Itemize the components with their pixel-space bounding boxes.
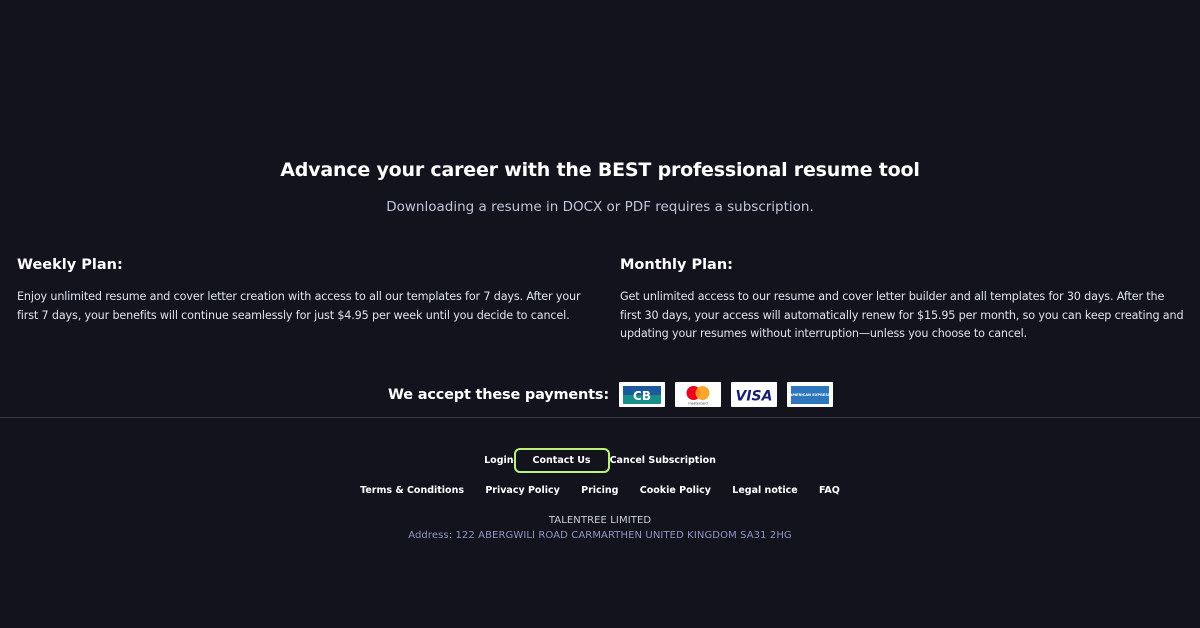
page: Advance your career with the BEST profes… xyxy=(0,0,1200,628)
payments-label: We accept these payments: xyxy=(388,386,609,403)
cb-card-icon: CB xyxy=(618,382,665,407)
weekly-plan-title: Weekly Plan: xyxy=(17,257,123,273)
monthly-plan-description: Get unlimited access to our resume and c… xyxy=(620,290,1184,340)
cookie-policy-link[interactable]: Cookie Policy xyxy=(640,485,711,496)
contact-us-label: Contact Us xyxy=(532,455,591,466)
privacy-policy-link[interactable]: Privacy Policy xyxy=(485,485,559,496)
monthly-plan: Monthly Plan: Get unlimited access to ou… xyxy=(620,257,1186,344)
visa-icon: VISA xyxy=(730,382,777,407)
faq-link[interactable]: FAQ xyxy=(819,485,840,496)
terms-link[interactable]: Terms & Conditions xyxy=(360,485,464,496)
page-title: Advance your career with the BEST profes… xyxy=(280,159,920,181)
company-name: TALENTREE LIMITED xyxy=(548,515,652,526)
legal-notice-link[interactable]: Legal notice xyxy=(732,485,797,496)
pricing-link[interactable]: Pricing xyxy=(581,485,618,496)
footer-legal-links: Terms & Conditions Privacy Policy Pricin… xyxy=(0,485,1200,496)
mastercard-text: mastercard xyxy=(688,401,707,405)
cb-card-text: CB xyxy=(633,389,651,403)
login-link[interactable]: Login xyxy=(484,455,513,466)
monthly-plan-title: Monthly Plan: xyxy=(620,257,733,273)
visa-text: VISA xyxy=(735,388,772,404)
weekly-plan-description: Enjoy unlimited resume and cover letter … xyxy=(17,290,581,322)
american-express-icon: AMERICAN EXPRESS xyxy=(786,382,833,407)
subscription-notice: Downloading a resume in DOCX or PDF requ… xyxy=(386,199,814,215)
cancel-subscription-link[interactable]: Cancel Subscription xyxy=(610,455,716,466)
weekly-plan: Weekly Plan: Enjoy unlimited resume and … xyxy=(17,257,587,325)
footer-divider xyxy=(0,417,1200,418)
contact-us-link[interactable]: Contact Us xyxy=(513,448,610,473)
company-address: Address: 122 ABERGWILI ROAD CARMARTHEN U… xyxy=(408,530,792,541)
payment-methods: We accept these payments: CB mastercard … xyxy=(388,381,843,408)
footer-account-links: Login Contact Us Cancel Subscription xyxy=(0,448,1200,473)
amex-text: AMERICAN EXPRESS xyxy=(790,393,831,397)
mastercard-icon: mastercard xyxy=(674,382,721,407)
